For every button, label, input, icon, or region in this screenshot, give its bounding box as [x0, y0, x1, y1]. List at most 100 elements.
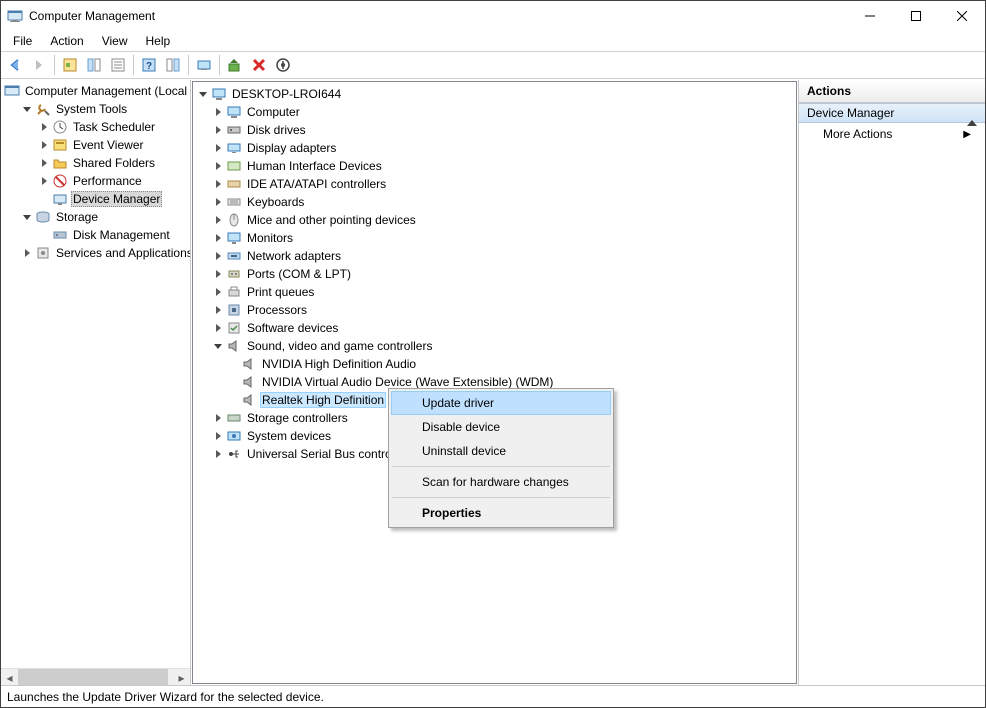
menu-action[interactable]: Action [42, 32, 91, 50]
maximize-button[interactable] [893, 1, 939, 31]
device-root[interactable]: DESKTOP-LROI644 [196, 85, 793, 103]
chevron-right-icon[interactable] [211, 213, 225, 227]
tree-root[interactable]: Computer Management (Local [3, 82, 190, 100]
chevron-right-icon[interactable] [211, 195, 225, 209]
device-category[interactable]: Sound, video and game controllers [211, 337, 793, 355]
disable-toolbar-button[interactable] [271, 53, 295, 77]
actions-more[interactable]: More Actions ▶ [799, 123, 985, 145]
device-category[interactable]: Human Interface Devices [211, 157, 793, 175]
chevron-right-icon[interactable] [211, 249, 225, 263]
menu-bar: File Action View Help [1, 31, 985, 51]
close-button[interactable] [939, 1, 985, 31]
device-category[interactable]: Software devices [211, 319, 793, 337]
device-category[interactable]: Mice and other pointing devices [211, 211, 793, 229]
tree-services-applications[interactable]: Services and Applications [20, 244, 190, 262]
chevron-right-icon[interactable] [211, 267, 225, 281]
chevron-right-icon[interactable] [211, 159, 225, 173]
chevron-down-icon[interactable] [196, 87, 210, 101]
svg-text:?: ? [146, 61, 152, 72]
collapse-icon[interactable] [967, 106, 977, 120]
chevron-right-icon[interactable] [211, 411, 225, 425]
device-category[interactable]: Keyboards [211, 193, 793, 211]
action-pane-toolbar-button[interactable] [161, 53, 185, 77]
chevron-down-icon[interactable] [20, 210, 34, 224]
device-item[interactable]: NVIDIA High Definition Audio [226, 355, 793, 373]
device-manager-pane: DESKTOP-LROI644 ComputerDisk drivesDispl… [192, 81, 797, 684]
ctx-disable-device[interactable]: Disable device [391, 415, 611, 439]
chevron-down-icon[interactable] [211, 339, 225, 353]
chevron-right-icon: ▶ [963, 129, 971, 140]
update-driver-toolbar-button[interactable] [223, 53, 247, 77]
tree-system-tools[interactable]: System Tools [20, 100, 190, 118]
device-category[interactable]: Disk drives [211, 121, 793, 139]
chevron-right-icon[interactable] [211, 123, 225, 137]
console-tree-pane: Computer Management (Local System Tools … [1, 80, 191, 685]
chevron-right-icon[interactable] [211, 231, 225, 245]
category-icon [226, 158, 242, 174]
uninstall-toolbar-button[interactable] [247, 53, 271, 77]
status-bar: Launches the Update Driver Wizard for th… [1, 685, 985, 707]
chevron-right-icon[interactable] [211, 429, 225, 443]
device-category[interactable]: Display adapters [211, 139, 793, 157]
chevron-right-icon[interactable] [211, 105, 225, 119]
chevron-right-icon[interactable] [37, 120, 51, 134]
actions-section[interactable]: Device Manager [799, 103, 985, 123]
left-horizontal-scrollbar[interactable]: ◂▸ [1, 668, 190, 685]
chevron-right-icon[interactable] [37, 156, 51, 170]
ctx-separator [392, 497, 610, 498]
tree-task-scheduler[interactable]: Task Scheduler [37, 118, 190, 136]
device-category[interactable]: Ports (COM & LPT) [211, 265, 793, 283]
shared-folder-icon [52, 155, 68, 171]
minimize-button[interactable] [847, 1, 893, 31]
forward-button[interactable] [27, 53, 51, 77]
menu-view[interactable]: View [94, 32, 136, 50]
export-list-button[interactable] [106, 53, 130, 77]
properties-toolbar-button[interactable] [82, 53, 106, 77]
chevron-right-icon[interactable] [211, 321, 225, 335]
actions-header: Actions [799, 80, 985, 103]
tree-storage[interactable]: Storage [20, 208, 190, 226]
show-hide-tree-button[interactable] [58, 53, 82, 77]
toolbar-separator [188, 55, 189, 75]
category-icon [226, 194, 242, 210]
chevron-right-icon[interactable] [20, 246, 34, 260]
clock-icon [52, 119, 68, 135]
back-button[interactable] [3, 53, 27, 77]
console-tree[interactable]: Computer Management (Local System Tools … [1, 80, 190, 668]
window-title: Computer Management [29, 9, 847, 23]
tree-device-manager[interactable]: Device Manager [37, 190, 190, 208]
device-category[interactable]: Print queues [211, 283, 793, 301]
device-category[interactable]: Processors [211, 301, 793, 319]
tools-icon [35, 101, 51, 117]
tree-event-viewer[interactable]: Event Viewer [37, 136, 190, 154]
ctx-properties[interactable]: Properties [391, 501, 611, 525]
ctx-update-driver[interactable]: Update driver [391, 391, 611, 415]
category-icon [226, 446, 242, 462]
chevron-right-icon[interactable] [37, 174, 51, 188]
context-menu: Update driver Disable device Uninstall d… [388, 388, 614, 528]
category-icon [226, 410, 242, 426]
ctx-scan-hardware[interactable]: Scan for hardware changes [391, 470, 611, 494]
tree-shared-folders[interactable]: Shared Folders [37, 154, 190, 172]
chevron-right-icon[interactable] [211, 177, 225, 191]
chevron-right-icon[interactable] [37, 138, 51, 152]
help-toolbar-button[interactable]: ? [137, 53, 161, 77]
ctx-uninstall-device[interactable]: Uninstall device [391, 439, 611, 463]
scan-hardware-toolbar-button[interactable] [192, 53, 216, 77]
tree-disk-management[interactable]: Disk Management [37, 226, 190, 244]
chevron-right-icon[interactable] [211, 285, 225, 299]
tree-performance[interactable]: Performance [37, 172, 190, 190]
menu-help[interactable]: Help [138, 32, 179, 50]
category-icon [226, 248, 242, 264]
chevron-down-icon[interactable] [20, 102, 34, 116]
device-category[interactable]: Network adapters [211, 247, 793, 265]
chevron-right-icon[interactable] [211, 447, 225, 461]
menu-file[interactable]: File [5, 32, 40, 50]
chevron-right-icon[interactable] [211, 303, 225, 317]
chevron-right-icon[interactable] [211, 141, 225, 155]
device-category[interactable]: Computer [211, 103, 793, 121]
toolbar-separator [219, 55, 220, 75]
category-icon [226, 302, 242, 318]
device-category[interactable]: Monitors [211, 229, 793, 247]
device-category[interactable]: IDE ATA/ATAPI controllers [211, 175, 793, 193]
